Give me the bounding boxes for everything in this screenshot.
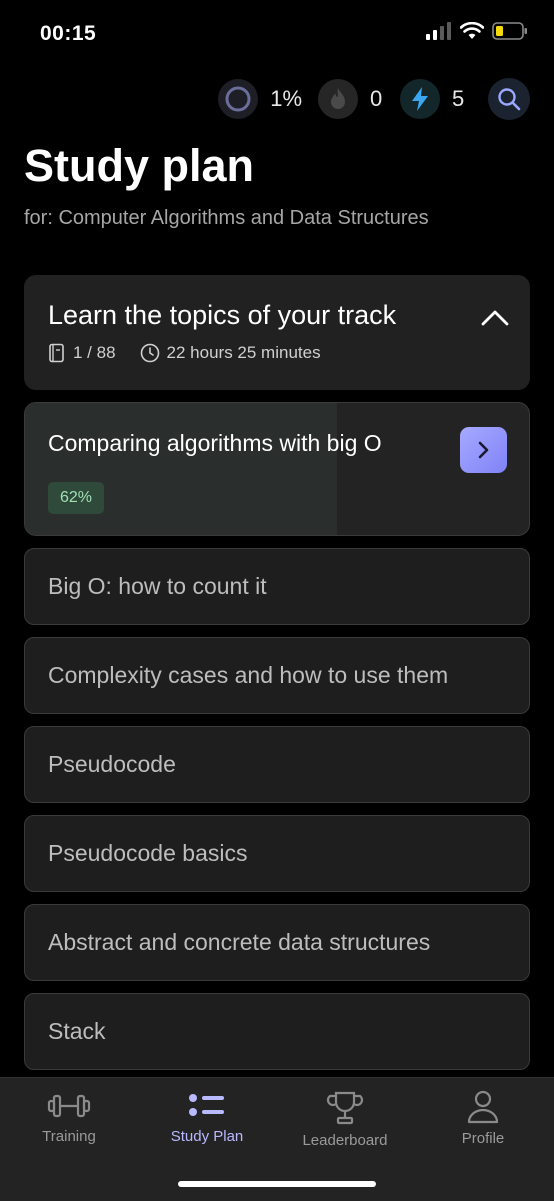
- dumbbell-icon: [47, 1094, 91, 1118]
- tab-study-plan[interactable]: Study Plan: [138, 1090, 276, 1145]
- tab-training-label: Training: [42, 1128, 96, 1145]
- duration: 22 hours 25 minutes: [140, 343, 321, 363]
- tab-leaderboard[interactable]: Leaderboard: [276, 1090, 414, 1149]
- streak-stat-value: 0: [370, 86, 383, 111]
- continue-topic-button[interactable]: [460, 427, 507, 473]
- topic-label: Pseudocode basics: [48, 840, 248, 866]
- progress-stat-value: 1%: [270, 86, 302, 111]
- trophy-icon: [326, 1091, 364, 1125]
- duration-text: 22 hours 25 minutes: [166, 343, 321, 362]
- current-topic-card[interactable]: Comparing algorithms with big O 62%: [24, 402, 530, 536]
- section-meta: 1 / 88 22 hours 25 minutes: [48, 343, 345, 363]
- chevron-right-icon: [478, 441, 488, 459]
- energy-stat[interactable]: 5: [400, 79, 466, 119]
- tab-profile[interactable]: Profile: [414, 1090, 552, 1147]
- page-title: Study plan: [24, 140, 255, 191]
- topic-label: Complexity cases and how to use them: [48, 662, 449, 688]
- tab-profile-label: Profile: [461, 1130, 505, 1147]
- section-title: Learn the topics of your track: [48, 300, 397, 330]
- section-card[interactable]: Learn the topics of your track 1 / 88 22…: [24, 275, 530, 390]
- topic-item[interactable]: Abstract and concrete data structures: [24, 904, 530, 981]
- clock-icon: [140, 343, 159, 363]
- search-button[interactable]: [488, 78, 530, 120]
- search-icon: [498, 88, 521, 111]
- tab-study-plan-label: Study Plan: [170, 1128, 244, 1145]
- collapse-button[interactable]: [480, 305, 510, 329]
- topic-label: Pseudocode: [48, 751, 176, 777]
- topic-label: Abstract and concrete data structures: [48, 929, 431, 955]
- topic-item[interactable]: Pseudocode: [24, 726, 530, 803]
- home-indicator: [178, 1181, 376, 1187]
- cellular-signal-icon: [426, 22, 451, 40]
- list-icon: [189, 1094, 224, 1116]
- progress-badge: 62%: [48, 482, 105, 514]
- page-subtitle: for: Computer Algorithms and Data Struct…: [24, 207, 429, 229]
- lightning-icon: [400, 79, 440, 119]
- current-topic-title: Comparing algorithms with big O: [48, 430, 382, 456]
- streak-stat[interactable]: 0: [318, 79, 384, 119]
- energy-stat-value: 5: [452, 86, 465, 111]
- wifi-icon: [460, 22, 484, 39]
- notebook-icon: [49, 343, 64, 363]
- topic-item[interactable]: Stack: [24, 993, 530, 1070]
- chevron-up-icon: [481, 310, 509, 326]
- topic-label: Big O: how to count it: [48, 573, 267, 599]
- status-icons: [426, 22, 528, 40]
- tab-training[interactable]: Training: [0, 1090, 138, 1145]
- topic-progress-fill: [25, 403, 338, 535]
- topic-label: Stack: [48, 1018, 106, 1044]
- topic-item[interactable]: Pseudocode basics: [24, 815, 530, 892]
- status-time: 00:15: [40, 22, 97, 45]
- topics-count-text: 1 / 88: [73, 343, 116, 362]
- topic-item[interactable]: Big O: how to count it: [24, 548, 530, 625]
- battery-icon: [492, 22, 527, 40]
- flame-icon: [318, 79, 358, 119]
- progress-ring-icon: [218, 79, 259, 119]
- stats-row: 1% 0 5: [202, 78, 530, 120]
- topic-item[interactable]: Complexity cases and how to use them: [24, 637, 530, 714]
- person-icon: [467, 1090, 499, 1124]
- status-bar: 00:15: [0, 0, 554, 70]
- progress-stat[interactable]: 1%: [218, 79, 302, 119]
- tab-leaderboard-label: Leaderboard: [302, 1132, 388, 1149]
- topics-count: 1 / 88: [48, 343, 116, 363]
